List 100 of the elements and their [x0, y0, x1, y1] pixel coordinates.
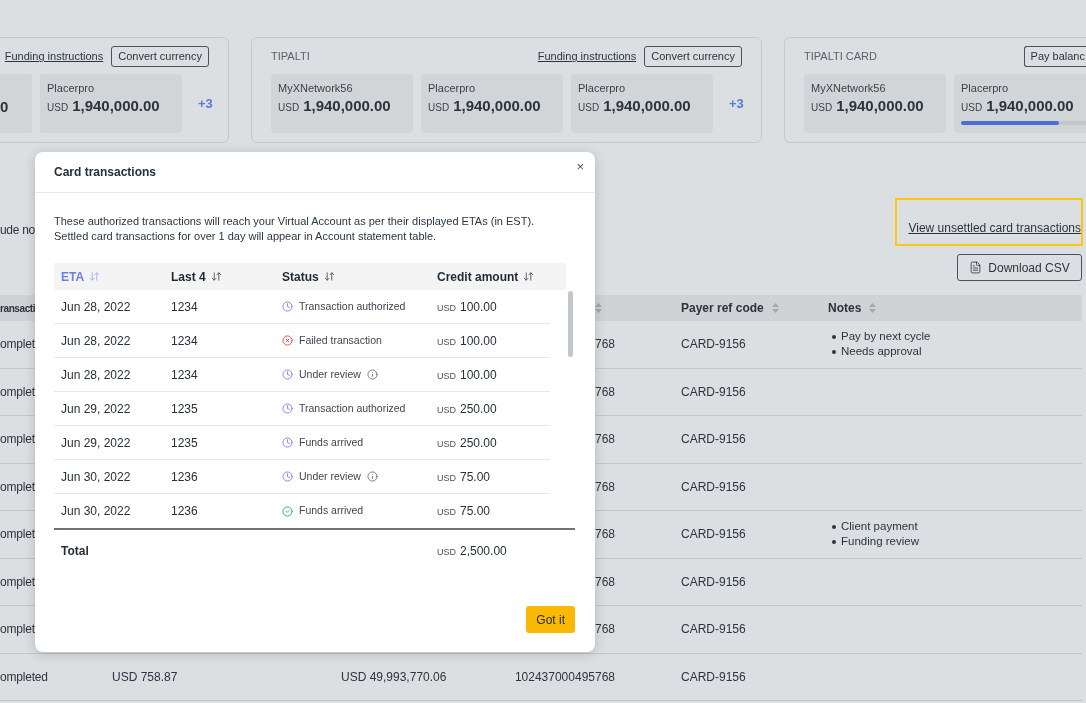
table-cell-text: Jun 29, 2022 — [60, 434, 131, 452]
currency-code: USD — [437, 403, 456, 417]
currency-code: USD — [578, 101, 600, 115]
note-text: Needs approval — [841, 344, 922, 360]
table-cell: CARD-9156 — [681, 622, 746, 637]
document-icon — [969, 261, 983, 274]
status-text: Funds arrived — [299, 434, 364, 450]
balance-name: MyXNetwork56 — [811, 81, 887, 95]
table-cell: CARD-9156 — [681, 669, 746, 684]
table-cell: omplet — [0, 384, 35, 399]
table-cell-text: 1234 — [170, 366, 198, 384]
filter-label: ude no — [0, 223, 35, 238]
info-icon[interactable] — [366, 369, 378, 380]
status-text: Failed transaction — [299, 332, 382, 348]
table-cell-text: 102437000495768 — [514, 668, 615, 686]
table-cell-text: 250.00 — [460, 434, 497, 452]
column-header[interactable]: Payer ref code — [681, 299, 764, 317]
currency-code: USD — [437, 546, 456, 559]
table-cell: omplet — [0, 337, 35, 352]
column-header[interactable]: Credit amount — [430, 267, 566, 286]
currency-code: USD — [811, 101, 833, 115]
table-cell-text: 1234 — [170, 332, 198, 350]
balance-amount: 1,940,000.00 — [986, 96, 1074, 116]
sort-icon[interactable] — [771, 303, 779, 313]
table-cell-text: 1236 — [170, 503, 198, 520]
table-cell-text: 100.00 — [460, 298, 497, 316]
balance-name: Placerpro — [578, 81, 627, 95]
table-cell: USD 49,993,770.06 — [341, 669, 447, 684]
table-cell: ompleted — [0, 669, 48, 684]
balance-amount: 1,940,000.00 — [453, 96, 541, 116]
table-cell-text: 1235 — [170, 400, 198, 418]
bullet-icon — [832, 334, 836, 339]
table-cell: CARD-9156 — [681, 527, 746, 542]
table-cell-text: Jun 30, 2022 — [60, 468, 131, 486]
bullet-icon — [832, 539, 836, 544]
table-cell-text: 75.00 — [460, 503, 491, 520]
table-cell: CARD-9156 — [681, 574, 746, 589]
balance-amount: 1,940,000.00 — [72, 96, 160, 116]
currency-code: USD — [47, 101, 69, 115]
table-cell-text: 768 — [594, 526, 615, 544]
sort-icon[interactable] — [869, 303, 877, 313]
table-cell-text: 100.00 — [460, 332, 497, 350]
status-text: Under review — [299, 468, 361, 484]
currency-code: USD — [437, 471, 456, 485]
balance-name: MyXNetwork56 — [278, 81, 354, 95]
table-cell-text: 100.00 — [460, 366, 497, 384]
table-cell: omplet — [0, 622, 35, 637]
account-title: TIPALTI CARD — [804, 49, 877, 65]
table-cell-text: Jun 28, 2022 — [60, 366, 131, 384]
scrollbar[interactable] — [568, 291, 573, 357]
column-header[interactable]: Last 4 — [164, 267, 275, 286]
table-cell-text: 768 — [594, 336, 615, 354]
table-cell: CARD-9156 — [681, 479, 746, 494]
bullet-icon — [832, 349, 836, 354]
got-it-button[interactable]: Got it — [526, 606, 575, 633]
currency-code: USD — [437, 437, 456, 451]
table-cell-text: 768 — [594, 478, 615, 496]
note-text: Funding review — [841, 534, 919, 550]
table-cell-text: Jun 28, 2022 — [60, 298, 131, 316]
funding-link[interactable]: Funding instructions — [4, 48, 104, 65]
table-cell-text: 768 — [594, 621, 615, 639]
total-amount: 2,500.00 — [460, 543, 507, 560]
currency-code: USD — [428, 101, 450, 115]
card-action-button[interactable]: Pay balanc — [1023, 46, 1086, 67]
table-cell: USD 758.87 — [112, 669, 178, 684]
table-cell-text: Jun 28, 2022 — [60, 332, 131, 350]
table-cell-text: 1234 — [170, 298, 198, 316]
sort-icon — [210, 271, 222, 282]
column-header[interactable]: ransacti — [0, 300, 36, 316]
currency-code: USD — [437, 301, 456, 315]
sort-icon — [89, 271, 101, 282]
column-header[interactable]: Notes — [828, 299, 862, 317]
status-text: Transaction authorized — [299, 298, 406, 314]
column-header[interactable]: Status — [275, 267, 430, 286]
table-cell-text: 75.00 — [460, 468, 491, 486]
info-icon[interactable] — [366, 471, 378, 482]
table-cell: CARD-9156 — [681, 337, 746, 352]
currency-code: USD — [437, 335, 456, 349]
funding-link[interactable]: Funding instructions — [537, 48, 637, 65]
balance-name: Placerpro — [428, 81, 477, 95]
currency-code: USD — [278, 101, 300, 115]
table-cell: CARD-9156 — [681, 384, 746, 399]
unsettled-transactions-link[interactable]: View unsettled card transactions — [908, 221, 1081, 236]
currency-code: USD — [437, 369, 456, 383]
close-button[interactable]: × — [576, 159, 584, 174]
sort-icon — [323, 271, 335, 282]
dialog-description: These authorized transactions will reach your Virtual Account as per their displayed ETAs (in EST). Settled card transactions for over 1 day will appear in Account statement table. — [54, 214, 536, 244]
card-action-button[interactable]: Convert currency — [644, 46, 742, 67]
note-text: Client payment — [841, 519, 918, 535]
total-label: Total — [60, 543, 89, 560]
table-cell: omplet — [0, 574, 35, 589]
card-action-button[interactable]: Convert currency — [111, 46, 209, 67]
table-cell-text: 768 — [594, 573, 615, 591]
download-csv-button[interactable]: Download CSV — [957, 254, 1082, 281]
table-cell-text: Jun 29, 2022 — [60, 400, 131, 418]
balance-name: Placerpro — [47, 81, 96, 95]
table-cell-text: 1236 — [170, 468, 198, 486]
table-cell: CARD-9156 — [681, 432, 746, 447]
note-text: Pay by next cycle — [841, 329, 931, 345]
currency-code: USD — [961, 101, 983, 115]
